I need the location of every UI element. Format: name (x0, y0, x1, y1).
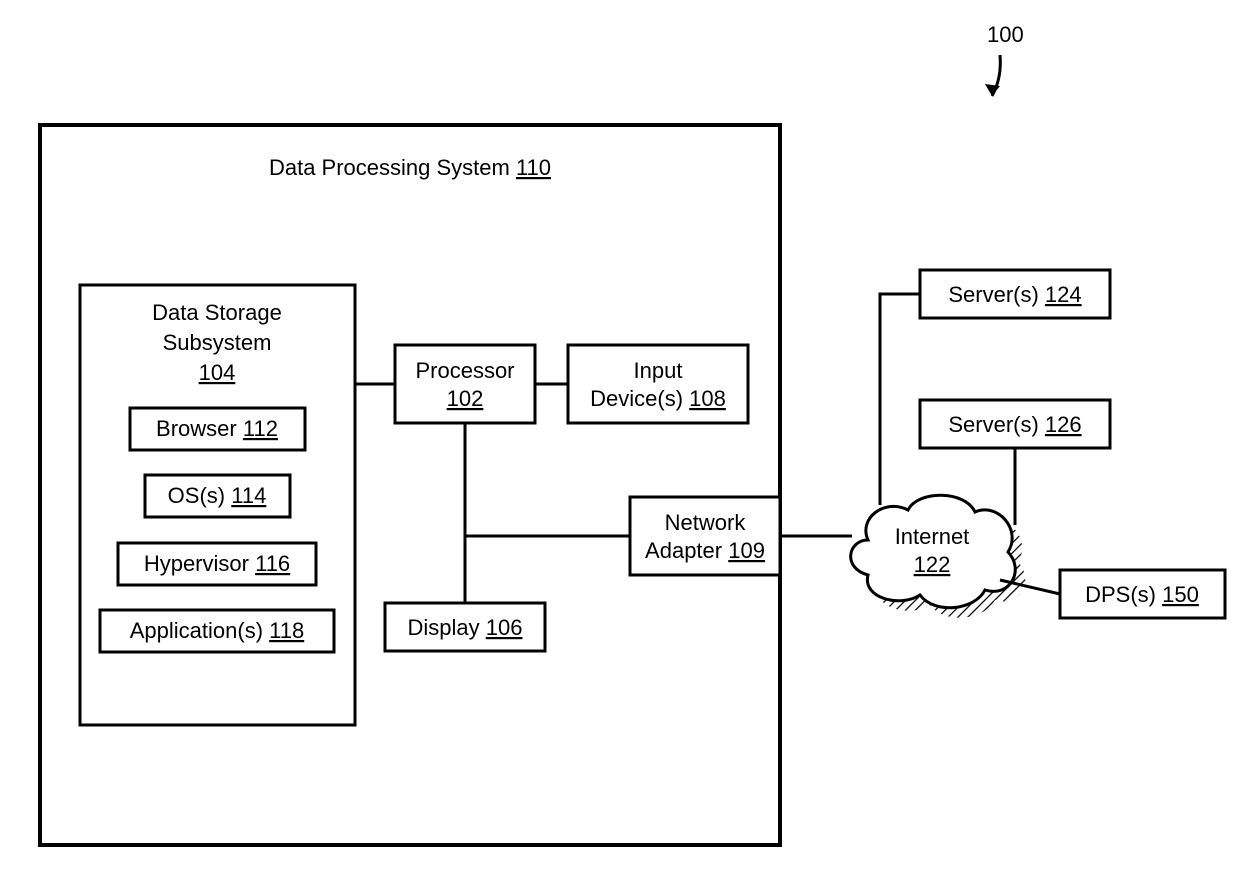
network-adapter-box (630, 497, 780, 575)
input-devices-line1: Input (634, 358, 683, 383)
network-adapter-line2: Adapter 109 (645, 538, 765, 563)
internet-ref: 122 (914, 552, 951, 577)
dps2-label: DPS(s) 150 (1085, 582, 1199, 607)
processor-box (395, 345, 535, 423)
server2-label: Server(s) 126 (948, 412, 1081, 437)
system-block-diagram: 100 Data Processing System 110 Data Stor… (0, 0, 1240, 886)
storage-ref: 104 (199, 360, 236, 385)
processor-ref: 102 (447, 386, 484, 411)
storage-title-line2: Subsystem (163, 330, 272, 355)
input-devices-line2: Device(s) 108 (590, 386, 726, 411)
conn-server1-internet (880, 294, 920, 505)
browser-label: Browser 112 (156, 416, 278, 441)
storage-title-line1: Data Storage (152, 300, 282, 325)
input-devices-box (568, 345, 748, 423)
dps-title: Data Processing System 110 (269, 155, 551, 180)
figure-ref-arrowhead (985, 84, 1000, 96)
server1-label: Server(s) 124 (948, 282, 1081, 307)
figure-ref-label: 100 (987, 22, 1024, 47)
applications-label: Application(s) 118 (130, 618, 304, 643)
os-label: OS(s) 114 (168, 483, 267, 508)
network-adapter-line1: Network (665, 510, 747, 535)
internet-cloud: Internet 122 (851, 495, 1026, 617)
display-label: Display 106 (408, 615, 523, 640)
internet-label: Internet (895, 524, 970, 549)
processor-label: Processor (415, 358, 514, 383)
hypervisor-label: Hypervisor 116 (144, 551, 290, 576)
